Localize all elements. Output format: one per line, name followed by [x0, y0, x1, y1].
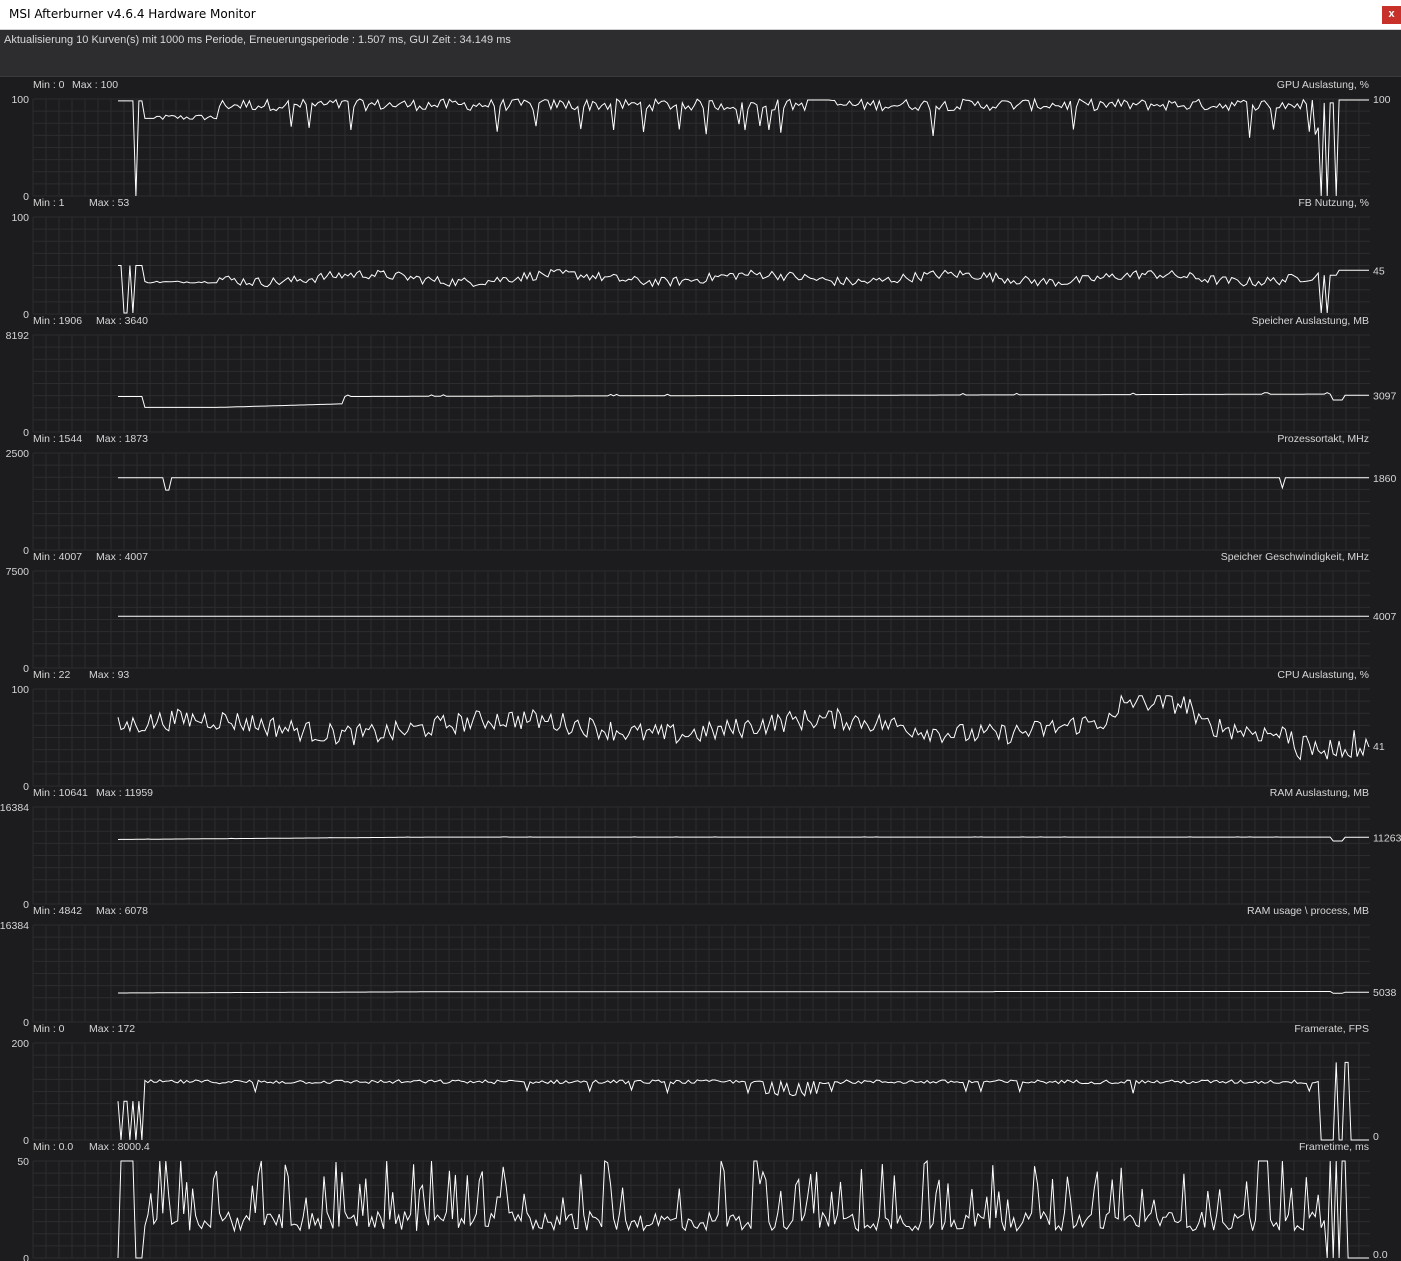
- current-value-label: 0.0: [1373, 1249, 1388, 1261]
- current-value-label: 0: [1373, 1131, 1379, 1143]
- graph-title: RAM Auslastung, MB: [1270, 787, 1369, 799]
- graph-grid: [32, 334, 1370, 433]
- graph-grid: [32, 98, 1370, 197]
- y-axis-min-label: 0: [23, 1017, 29, 1029]
- y-axis-min-label: 0: [23, 663, 29, 675]
- current-value-label: 100: [1373, 94, 1391, 106]
- graph-panel[interactable]: Min : 4842 Max : 6078 RAM usage \ process,…: [0, 905, 1397, 1029]
- graph-max-label: Max : 8000.4: [89, 1141, 150, 1153]
- graph-max-label: Max : 172: [89, 1023, 135, 1035]
- graph-max-label: Max : 100: [72, 79, 118, 91]
- graph-grid: [32, 1160, 1370, 1259]
- graph-title: FB Nutzung, %: [1298, 197, 1369, 209]
- y-axis-min-label: 0: [23, 309, 29, 321]
- graph-grid: [32, 216, 1370, 315]
- graph-min-label: Min : 1: [33, 197, 65, 209]
- y-axis-min-label: 0: [23, 427, 29, 439]
- current-value-label: 11263: [1373, 832, 1401, 844]
- graph-title: Framerate, FPS: [1294, 1023, 1369, 1035]
- current-value-label: 5038: [1373, 987, 1397, 999]
- graph-min-label: Min : 10641: [33, 787, 88, 799]
- graph-max-label: Max : 93: [89, 669, 129, 681]
- y-axis-max-label: 100: [11, 94, 29, 106]
- close-button[interactable]: x: [1382, 6, 1401, 24]
- y-axis-min-label: 0: [23, 1135, 29, 1147]
- graph-panel[interactable]: Min : 0.0 Max : 8000.4 Frametime, ms 50 0 0.0: [17, 1141, 1387, 1261]
- status-text: Aktualisierung 10 Kurven(s) mit 1000 ms …: [4, 34, 511, 46]
- graph-area[interactable]: Min : 0 Max : 100 GPU Auslastung, % 100 0 100…: [0, 77, 1401, 1261]
- graph-panel[interactable]: Min : 1906 Max : 3640 Speicher Auslastung,…: [6, 315, 1397, 439]
- y-axis-min-label: 0: [23, 1253, 29, 1261]
- graph-panel[interactable]: Min : 1 Max : 53 FB Nutzung, % 100 0 45: [11, 197, 1384, 321]
- y-axis-max-label: 7500: [6, 566, 30, 578]
- graph-grid: [32, 570, 1370, 669]
- current-value-label: 41: [1373, 741, 1385, 753]
- graph-min-label: Min : 4007: [33, 551, 82, 563]
- y-axis-max-label: 100: [11, 212, 29, 224]
- graph-title: CPU Auslastung, %: [1277, 669, 1369, 681]
- status-strip: Aktualisierung 10 Kurven(s) mit 1000 ms …: [0, 30, 1401, 77]
- current-value-label: 3097: [1373, 390, 1397, 402]
- graph-panel[interactable]: Min : 10641 Max : 11959 RAM Auslastung, MB…: [0, 787, 1401, 911]
- y-axis-max-label: 200: [11, 1038, 29, 1050]
- graph-min-label: Min : 0.0: [33, 1141, 73, 1153]
- current-value-label: 1860: [1373, 473, 1397, 485]
- graph-grid: [32, 688, 1370, 787]
- graph-panel[interactable]: Min : 22 Max : 93 CPU Auslastung, % 100 0 41: [11, 669, 1384, 793]
- graph-grid: [32, 924, 1370, 1023]
- title-bar: MSI Afterburner v4.6.4 Hardware Monitor …: [0, 0, 1401, 30]
- graph-title: Prozessortakt, MHz: [1277, 433, 1369, 445]
- y-axis-max-label: 16384: [0, 802, 29, 814]
- current-value-label: 45: [1373, 265, 1385, 277]
- graph-max-label: Max : 3640: [96, 315, 148, 327]
- graph-max-label: Max : 1873: [96, 433, 148, 445]
- graph-title: Speicher Geschwindigkeit, MHz: [1221, 551, 1369, 563]
- graph-min-label: Min : 1906: [33, 315, 82, 327]
- graph-max-label: Max : 4007: [96, 551, 148, 563]
- graph-max-label: Max : 6078: [96, 905, 148, 917]
- y-axis-min-label: 0: [23, 191, 29, 203]
- graph-panel[interactable]: Min : 0 Max : 172 Framerate, FPS 200 0 0: [11, 1023, 1379, 1147]
- graph-grid: [32, 1042, 1370, 1141]
- y-axis-min-label: 0: [23, 899, 29, 911]
- graph-min-label: Min : 0: [33, 79, 65, 91]
- graph-max-label: Max : 53: [89, 197, 129, 209]
- graph-panel[interactable]: Min : 1544 Max : 1873 Prozessortakt, MHz 25…: [6, 433, 1397, 557]
- graph-min-label: Min : 22: [33, 669, 71, 681]
- window-title: MSI Afterburner v4.6.4 Hardware Monitor: [9, 7, 256, 21]
- graph-min-label: Min : 0: [33, 1023, 65, 1035]
- graph-min-label: Min : 4842: [33, 905, 82, 917]
- y-axis-max-label: 2500: [6, 448, 30, 460]
- y-axis-max-label: 16384: [0, 920, 29, 932]
- graph-min-label: Min : 1544: [33, 433, 82, 445]
- y-axis-min-label: 0: [23, 545, 29, 557]
- graph-grid: [32, 452, 1370, 551]
- graph-grid: [32, 806, 1370, 905]
- monitoring-graphs: Min : 0 Max : 100 GPU Auslastung, % 100 0 100…: [0, 79, 1401, 1261]
- y-axis-max-label: 100: [11, 684, 29, 696]
- y-axis-max-label: 8192: [6, 330, 30, 342]
- graph-panel[interactable]: Min : 4007 Max : 4007 Speicher Geschwindig…: [6, 551, 1397, 675]
- y-axis-min-label: 0: [23, 781, 29, 793]
- graph-max-label: Max : 11959: [96, 787, 153, 799]
- graph-title: Frametime, ms: [1299, 1141, 1369, 1153]
- graph-title: Speicher Auslastung, MB: [1252, 315, 1369, 327]
- graph-title: RAM usage \ process, MB: [1247, 905, 1369, 917]
- current-value-label: 4007: [1373, 611, 1397, 623]
- graph-title: GPU Auslastung, %: [1277, 79, 1369, 91]
- y-axis-max-label: 50: [17, 1156, 29, 1168]
- graph-panel[interactable]: Min : 0 Max : 100 GPU Auslastung, % 100 0 100: [11, 79, 1390, 203]
